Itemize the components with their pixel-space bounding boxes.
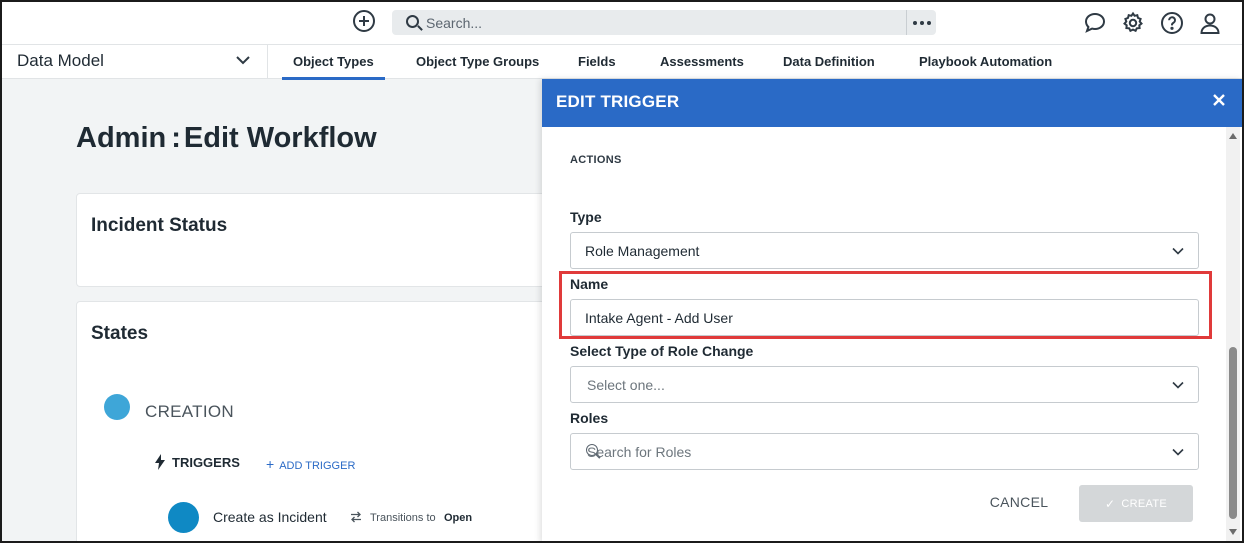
tab-object-type-groups[interactable]: Object Type Groups [416, 54, 539, 69]
scroll-up-arrow[interactable] [1229, 133, 1237, 139]
create-button[interactable]: ✓ CREATE [1079, 485, 1193, 522]
tab-object-types[interactable]: Object Types [282, 54, 385, 80]
incident-status-card: Incident Status [76, 193, 576, 287]
chevron-down-icon [1172, 247, 1184, 255]
lightning-icon [155, 454, 165, 470]
roles-select[interactable]: Search for Roles [570, 433, 1199, 470]
user-icon[interactable] [1198, 11, 1222, 35]
roles-label: Roles [570, 410, 609, 426]
name-field[interactable] [570, 299, 1199, 336]
scroll-down-arrow[interactable] [1229, 529, 1237, 535]
state-name: CREATION [145, 402, 234, 421]
role-change-placeholder: Select one... [587, 377, 665, 393]
trigger-name[interactable]: Create as Incident [213, 509, 327, 525]
transitions-to-label: Transitions to [370, 512, 436, 524]
close-icon[interactable] [1212, 93, 1226, 107]
check-icon: ✓ [1105, 496, 1116, 511]
chat-icon[interactable] [1083, 11, 1107, 35]
type-value: Role Management [585, 243, 700, 259]
tab-fields[interactable]: Fields [578, 54, 616, 69]
scrollbar-thumb[interactable] [1229, 347, 1237, 519]
transition-arrows-icon [351, 511, 361, 523]
add-icon[interactable] [353, 10, 375, 32]
triggers-label: TRIGGERS [172, 455, 240, 470]
tab-playbook-automation[interactable]: Playbook Automation [919, 54, 1052, 69]
global-search[interactable] [392, 10, 936, 35]
edit-trigger-drawer: EDIT TRIGGER ACTIONS Type Role Managemen… [542, 79, 1242, 543]
type-label: Type [570, 209, 602, 225]
name-label: Name [570, 276, 609, 292]
drawer-title: EDIT TRIGGER [556, 92, 680, 111]
plus-icon: + [266, 456, 275, 472]
drawer-header: EDIT TRIGGER [542, 79, 1242, 127]
states-card: States [76, 301, 576, 543]
nav-bar: Data Model Object Types Object Type Grou… [0, 45, 1244, 80]
module-selector[interactable]: Data Model [0, 45, 268, 79]
tab-data-definition[interactable]: Data Definition [783, 54, 875, 69]
name-input[interactable] [572, 301, 1197, 334]
type-select[interactable]: Role Management [570, 232, 1199, 269]
role-change-label: Select Type of Role Change [570, 343, 754, 359]
cancel-button[interactable]: CANCEL [974, 486, 1064, 518]
status-card-title: Incident Status [91, 215, 228, 236]
states-card-title: States [91, 323, 149, 344]
page-title: Admin: Edit Workflow [76, 122, 377, 154]
roles-placeholder: Search for Roles [587, 444, 692, 460]
chevron-down-icon [1172, 448, 1184, 456]
role-change-select[interactable]: Select one... [570, 366, 1199, 403]
help-icon[interactable] [1160, 11, 1184, 35]
chevron-down-icon [1172, 381, 1184, 389]
scrollbar[interactable] [1226, 127, 1240, 543]
gear-icon[interactable] [1121, 11, 1145, 35]
search-icon [406, 15, 419, 28]
trigger-indicator [168, 502, 199, 533]
chevron-down-icon [236, 56, 250, 65]
state-indicator [104, 394, 130, 420]
transition-target: Open [444, 512, 473, 524]
top-bar [0, 0, 1244, 45]
more-options-icon[interactable] [906, 10, 936, 35]
module-label: Data Model [17, 51, 104, 70]
actions-section-label: ACTIONS [570, 154, 622, 166]
add-trigger-button[interactable]: + ADD TRIGGER [266, 456, 355, 472]
search-input[interactable] [426, 10, 896, 35]
tab-assessments[interactable]: Assessments [660, 54, 744, 69]
